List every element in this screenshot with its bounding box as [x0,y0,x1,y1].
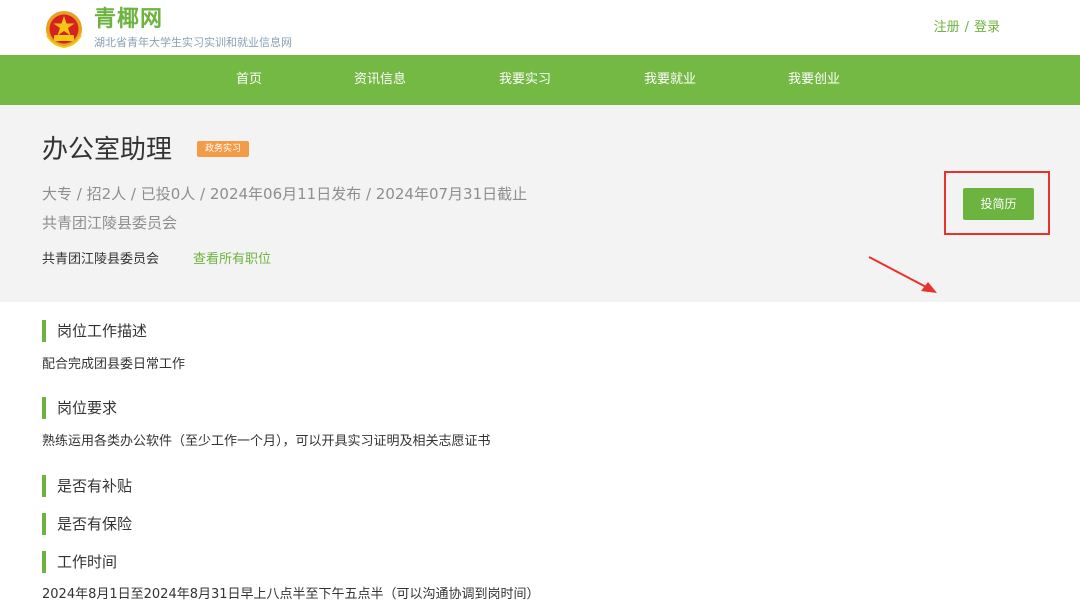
main-nav: 首页 资讯信息 我要实习 我要就业 我要创业 [0,55,1080,105]
job-meta: 大专 / 招2人 / 已投0人 / 2024年06月11日发布 / 2024年0… [42,185,528,203]
section-heading-requirements: 岗位要求 [42,397,117,419]
section-heading-insurance: 是否有保险 [42,513,132,535]
job-organization: 共青团江陵县委员会 [42,214,178,232]
register-link[interactable]: 注册 [934,20,960,35]
job-title: 办公室助理 [42,135,173,165]
top-header: 青椰网 湖北省青年大学生实习实训和就业信息网 注册 / 登录 [0,0,1080,55]
auth-separator: / [964,20,969,35]
annotation-arrow-icon [868,256,937,293]
job-type-badge: 政务实习 [197,141,250,157]
company-name[interactable]: 共青团江陵县委员会 [42,250,159,270]
nav-item-home[interactable]: 首页 [221,55,277,105]
auth-links: 注册 / 登录 [934,19,1000,37]
apply-resume-button[interactable]: 投简历 [963,188,1034,220]
section-text-requirements: 熟练运用各类办公软件（至少工作一个月），可以开具实习证明及相关志愿证书 [42,434,491,449]
section-heading-job-description: 岗位工作描述 [42,320,147,342]
youth-league-emblem-icon[interactable] [44,9,84,49]
section-text-work-hours: 2024年8月1日至2024年8月31日早上八点半至下午五点半（可以沟通协调到岗… [42,587,540,602]
apply-highlight-box: 投简历 [944,171,1050,235]
nav-item-employment[interactable]: 我要就业 [635,55,705,105]
section-heading-subsidy: 是否有补贴 [42,475,132,497]
nav-item-entrepreneurship[interactable]: 我要创业 [779,55,849,105]
view-all-jobs-link[interactable]: 查看所有职位 [193,250,271,270]
brand-subtitle: 湖北省青年大学生实习实训和就业信息网 [94,36,292,49]
section-heading-work-hours: 工作时间 [42,551,117,573]
nav-item-news[interactable]: 资讯信息 [345,55,415,105]
section-text-job-description: 配合完成团县委日常工作 [42,357,186,372]
login-link[interactable]: 登录 [974,20,1000,35]
nav-item-internship[interactable]: 我要实习 [490,55,560,105]
brand-name[interactable]: 青椰网 [94,5,163,35]
job-header: 办公室助理 政务实习 大专 / 招2人 / 已投0人 / 2024年06月11日… [0,105,1080,302]
